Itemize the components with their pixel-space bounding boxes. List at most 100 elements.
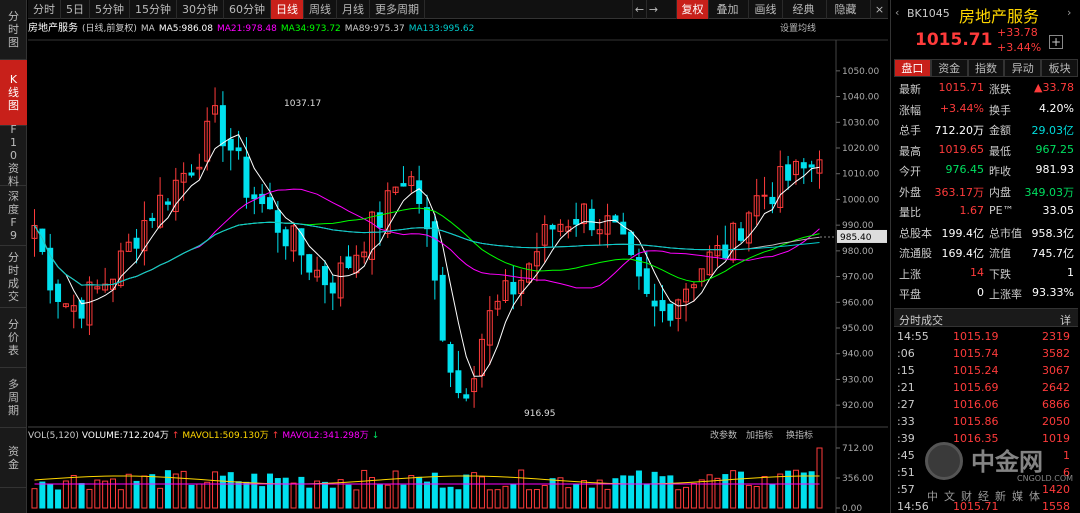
vol-legend-item: VOL(5,120) <box>28 431 79 441</box>
volume-bar <box>526 489 533 509</box>
vol-tick-label: 0.00 <box>842 504 862 513</box>
volume-bar <box>78 483 85 509</box>
quote-tab-3[interactable]: 异动 <box>1004 59 1042 77</box>
low-annotation: 916.95 <box>524 409 556 419</box>
quote-tab-2[interactable]: 指数 <box>967 59 1005 77</box>
volume-bar <box>541 484 548 509</box>
quote-value: 1015.71 <box>938 81 985 94</box>
vol-action-button[interactable]: 改参数 <box>710 428 737 444</box>
quote-value: 1 <box>1067 265 1074 279</box>
volume-bar <box>227 472 234 509</box>
tick-time: :51 <box>897 466 915 479</box>
tick-price: 1015.74 <box>953 347 999 360</box>
vol-legend-item: ↓ <box>371 431 380 441</box>
volume-legend-bar: VOL(5,120) VOLUME:712.204万 ↑ MAVOL1:509.130… <box>28 428 828 444</box>
volume-bar <box>816 447 823 509</box>
volume-bar <box>70 475 77 509</box>
volume-bar <box>628 475 635 509</box>
ticks-detail-button[interactable]: 详 <box>1060 312 1071 328</box>
volume-bar <box>730 470 737 509</box>
tick-price: 1016.06 <box>953 398 999 411</box>
quote-value: ▲33.78 <box>1034 81 1074 94</box>
candle-body <box>588 208 595 231</box>
candle-body <box>761 194 768 197</box>
volume-bar <box>667 475 674 509</box>
tick-time: :39 <box>897 432 915 445</box>
sector-name: 房地产服务 <box>959 7 1040 26</box>
volume-bars <box>31 447 823 509</box>
y-tick-label: 1000.00 <box>842 195 879 205</box>
volume-bar <box>706 474 713 509</box>
quote-label: 外盘 <box>899 185 921 199</box>
y-tick-label: 920.00 <box>842 401 874 411</box>
quote-tab-4[interactable]: 板块 <box>1041 59 1078 77</box>
tick-price: 1015.19 <box>953 330 999 343</box>
high-annotation: 1037.17 <box>284 99 321 109</box>
volume-bar <box>125 473 132 509</box>
quote-tab-1[interactable]: 资金 <box>930 59 968 77</box>
volume-bar <box>376 484 383 509</box>
quote-value: +3.44% <box>939 101 984 115</box>
candle-body <box>510 281 517 295</box>
volume-bar <box>471 472 478 509</box>
volume-bar <box>282 477 289 509</box>
quote-tab-0[interactable]: 盘口 <box>894 59 931 77</box>
volume-bar <box>141 475 148 509</box>
candle-body <box>722 244 729 259</box>
volume-bar <box>274 478 281 509</box>
vol-action-button[interactable]: 加指标 <box>746 428 773 444</box>
volume-bar <box>753 485 760 509</box>
quote-label: 流值 <box>989 247 1011 260</box>
tick-time: :15 <box>897 364 915 377</box>
volume-bar <box>738 471 744 509</box>
volume-bar <box>447 486 454 509</box>
candle-body <box>329 282 336 294</box>
back-arrow-icon[interactable]: ‹ <box>895 6 899 19</box>
volume-bar <box>533 489 540 509</box>
volume-bar <box>392 470 399 509</box>
candle-body <box>243 156 250 198</box>
volume-bar <box>235 481 242 509</box>
tick-volume: 1558 <box>1042 500 1070 513</box>
y-tick-label: 950.00 <box>842 324 874 334</box>
vol-legend-item: VOLUME:712.204万 <box>81 431 169 441</box>
quote-label: 昨收 <box>989 165 1011 178</box>
candle-body <box>738 228 744 241</box>
tick-volume: 2319 <box>1042 330 1070 343</box>
volume-bar <box>675 489 682 509</box>
add-watchlist-icon[interactable]: + <box>1049 35 1063 49</box>
volume-bar <box>478 476 485 509</box>
candle-body <box>573 218 580 225</box>
quote-value: 0 <box>977 286 984 299</box>
quote-value: 745.7亿 <box>1031 247 1075 260</box>
quote-value: 981.93 <box>1035 163 1075 176</box>
candle-body <box>769 196 776 205</box>
volume-bar <box>714 477 721 509</box>
volume-bar <box>117 489 124 509</box>
candle-body <box>235 147 242 152</box>
volume-bar <box>431 472 438 509</box>
volume-bar <box>180 470 187 509</box>
y-tick-label: 970.00 <box>842 273 874 283</box>
candle-body <box>133 237 140 249</box>
volume-bar <box>102 480 109 509</box>
volume-bar <box>400 484 407 509</box>
volume-bar <box>455 489 462 509</box>
tick-price: 1015.71 <box>953 500 999 513</box>
last-price: 1015.71 <box>915 30 993 50</box>
quote-label: 最新 <box>899 83 921 96</box>
change-value: +33.78 <box>997 26 1038 39</box>
volume-bar <box>761 476 768 509</box>
candle-body <box>424 207 430 230</box>
volume-bar <box>164 470 171 509</box>
forward-arrow-icon[interactable]: › <box>1067 6 1071 19</box>
quote-label: PE™ <box>989 204 1014 217</box>
candle-body <box>345 256 352 269</box>
candle-body <box>188 172 195 176</box>
quote-value: 4.20% <box>1039 101 1074 115</box>
vol-action-button[interactable]: 换指标 <box>786 428 813 444</box>
change-percent: +3.44% <box>997 41 1042 54</box>
candle-body <box>251 194 258 200</box>
volume-bar <box>353 489 360 509</box>
quote-value: 958.3亿 <box>1031 226 1075 240</box>
